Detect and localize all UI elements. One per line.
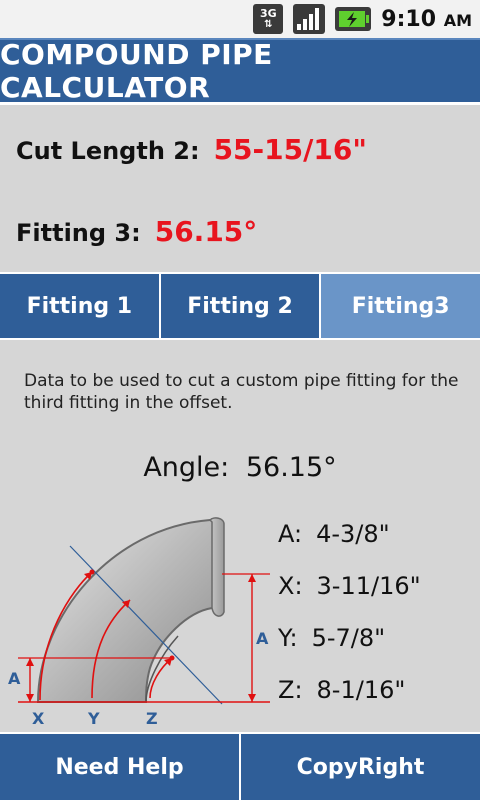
measurement-x-value: 3-11/16" [316, 572, 421, 600]
measurement-z-value: 8-1/16" [316, 676, 406, 704]
arrow-down-icon [248, 694, 256, 702]
arrow-up-icon [248, 574, 256, 582]
measurement-z-label: Z: [278, 676, 303, 704]
inner-point [169, 655, 175, 661]
fitting-detail-panel: Data to be used to cut a custom pipe fit… [0, 340, 480, 732]
cut-length-label: Cut Length 2: [16, 137, 200, 165]
measurement-a-label: A: [278, 520, 303, 548]
pipe-elbow-diagram: A A X Y Z [8, 517, 270, 728]
footer-bar: Need Help CopyRight [0, 732, 480, 800]
measurement-z: Z: 8-1/16" [278, 676, 478, 728]
fitting-value: 56.15° [154, 215, 258, 248]
diagram-label-a-right: A [256, 629, 269, 648]
measurement-x-label: X: [278, 572, 303, 600]
measurement-a-value: 4-3/8" [316, 520, 390, 548]
battery-charging-icon [335, 4, 372, 34]
fitting-description: Data to be used to cut a custom pipe fit… [24, 371, 459, 413]
arrow-down-icon [26, 694, 34, 702]
app-title-bar: COMPOUND PIPE CALCULATOR [0, 38, 480, 104]
measurement-a: A: 4-3/8" [278, 520, 478, 572]
fitting-tabs: Fitting 1 Fitting 2 Fitting3 [0, 272, 480, 340]
fitting-row: Fitting 3: 56.15° [16, 215, 257, 248]
fitting-label: Fitting 3: [16, 219, 141, 247]
measurement-y-label: Y: [278, 624, 298, 652]
diagram-label-x: X [32, 709, 45, 728]
angle-value: 56.15° [245, 452, 337, 483]
data-arrows: ⇅ [264, 19, 273, 30]
angle-readout: Angle: 56.15° [0, 452, 480, 483]
measurement-y: Y: 5-7/8" [278, 624, 478, 676]
network-type: 3G [259, 7, 277, 20]
signal-bars-icon [293, 4, 326, 34]
copyright-button[interactable]: CopyRight [239, 734, 480, 800]
diagram-label-z: Z [146, 709, 158, 728]
diagram-label-y: Y [87, 709, 100, 728]
tab-fitting-2[interactable]: Fitting 2 [158, 274, 320, 338]
clock-time: 9:10 [381, 6, 437, 32]
cut-length-row: Cut Length 2: 55-15/16" [16, 133, 367, 166]
need-help-button[interactable]: Need Help [0, 734, 239, 800]
status-bar: 3G ⇅ 9:10 AM [0, 0, 480, 38]
cut-length-value: 55-15/16" [213, 133, 367, 166]
diagram-label-a-left: A [8, 669, 21, 688]
clock: 9:10 AM [381, 7, 472, 32]
measurement-y-value: 5-7/8" [311, 624, 386, 652]
tab-fitting-3[interactable]: Fitting3 [319, 274, 480, 338]
angle-label: Angle: [143, 452, 230, 483]
app-title: COMPOUND PIPE CALCULATOR [0, 38, 273, 104]
tab-fitting-1[interactable]: Fitting 1 [0, 274, 159, 338]
3g-data-icon: 3G ⇅ [253, 4, 284, 34]
clock-ampm: AM [443, 10, 472, 30]
arrow-up-icon [26, 658, 34, 666]
results-panel: Cut Length 2: 55-15/16" Fitting 3: 56.15… [0, 102, 480, 272]
measurement-x: X: 3-11/16" [278, 572, 478, 624]
measurement-list: A: 4-3/8" X: 3-11/16" Y: 5-7/8" Z: 8-1/1… [278, 520, 478, 728]
outer-point [89, 569, 95, 575]
